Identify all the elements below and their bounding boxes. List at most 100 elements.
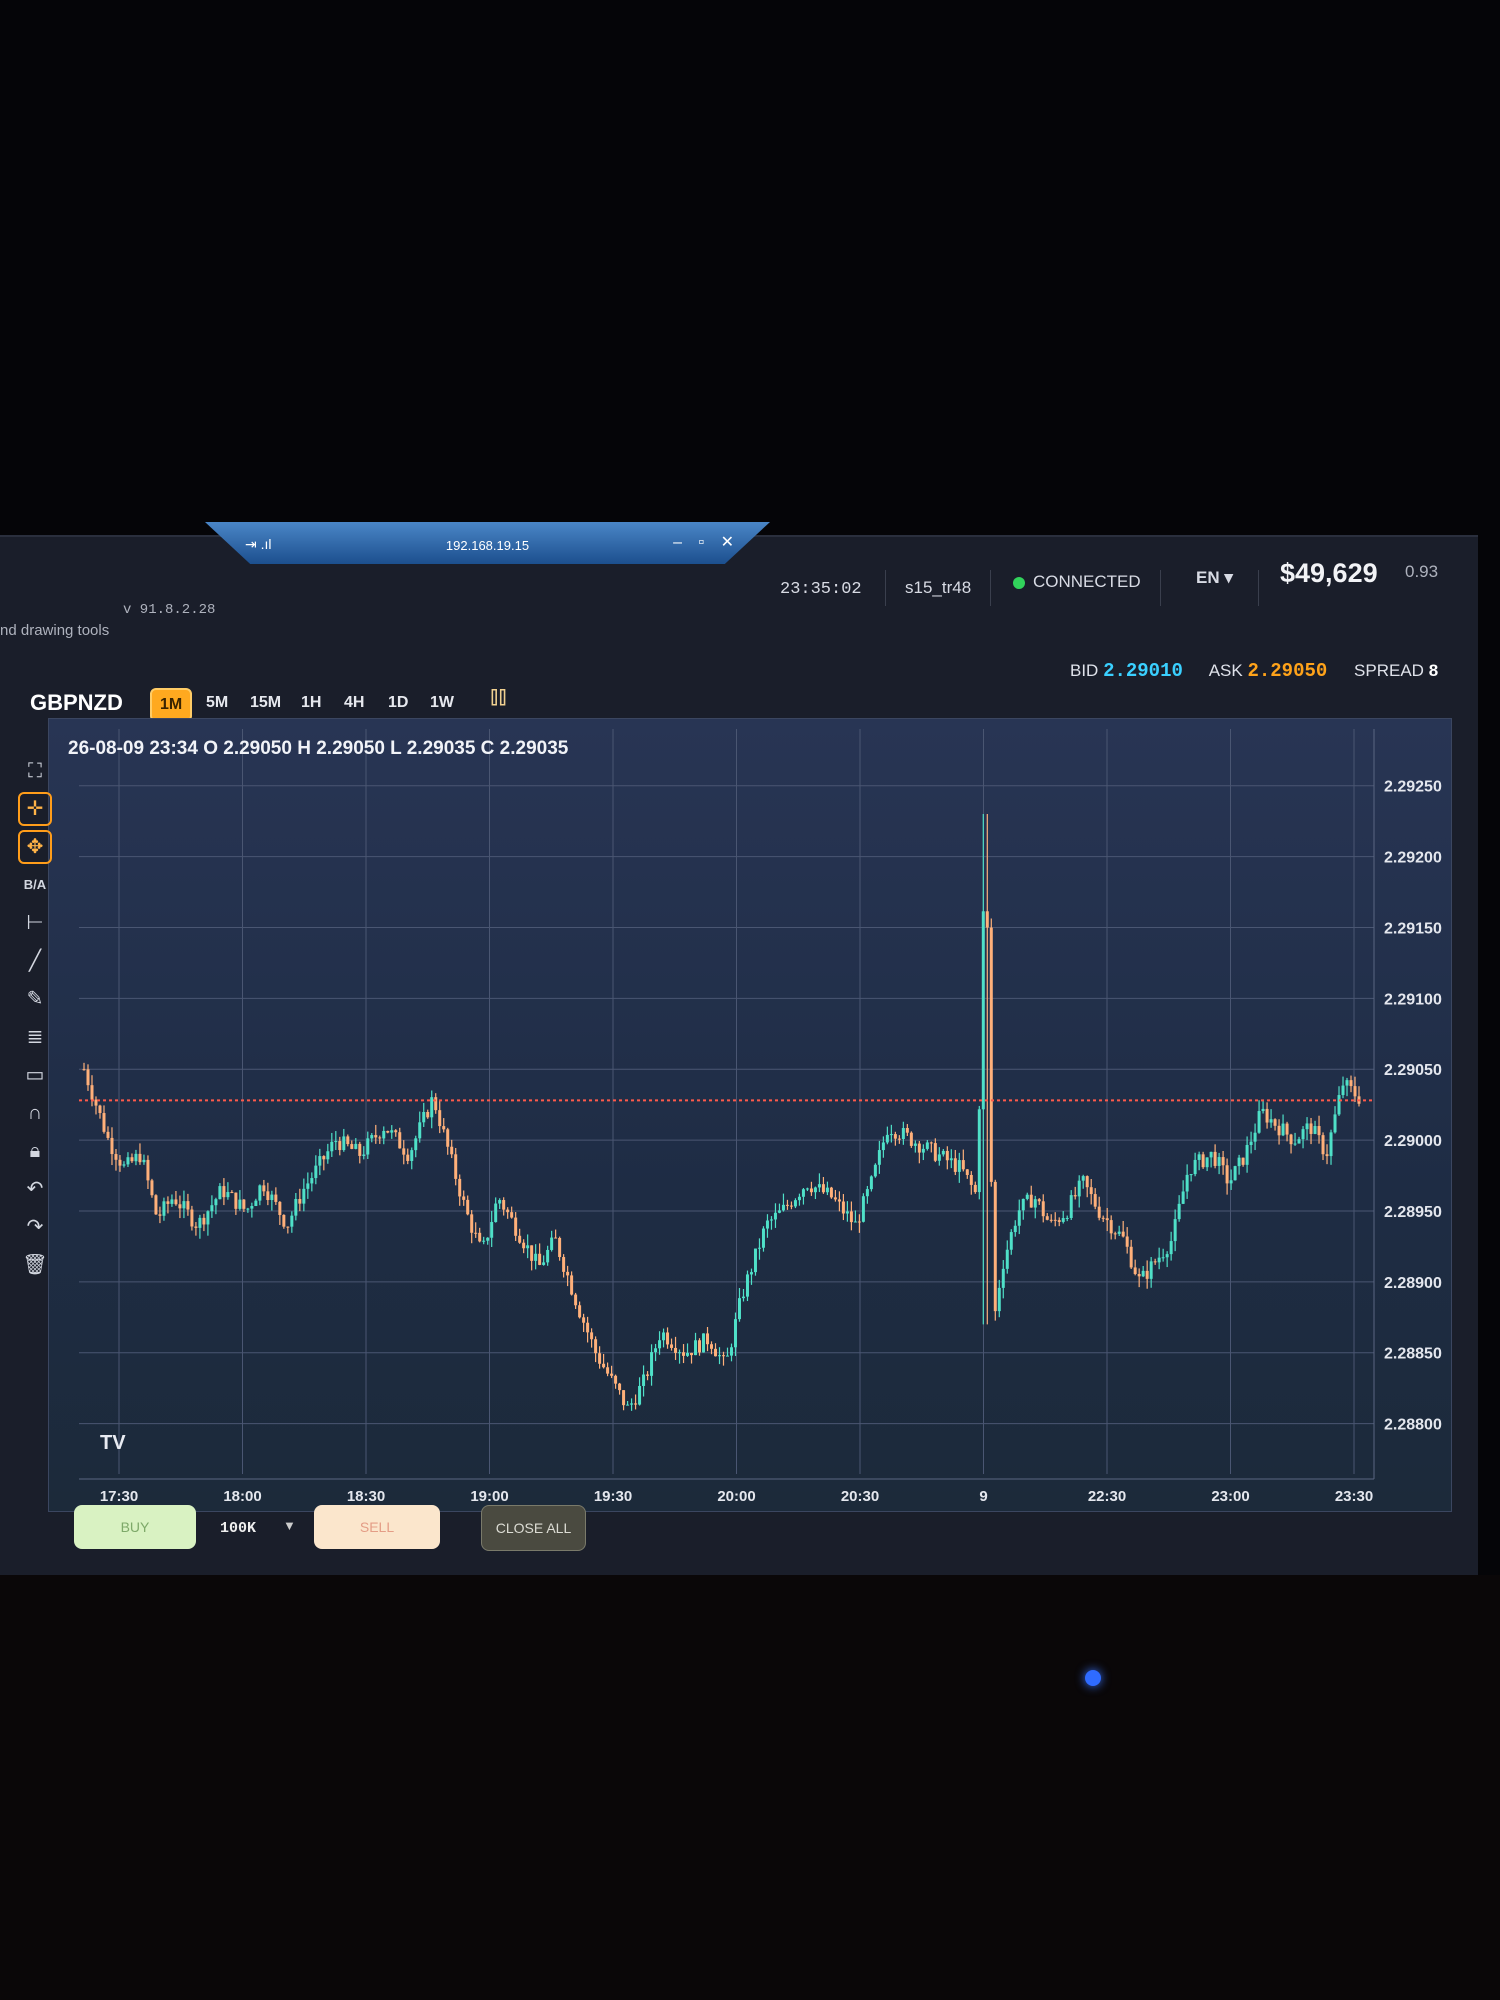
candle-body [929,1142,933,1144]
candle-body [1237,1157,1241,1167]
candle-body [877,1150,881,1165]
candle-body [829,1187,833,1198]
header-divider [885,570,886,606]
lock-icon[interactable]: 🔒︎ [18,1134,52,1168]
price-chart[interactable]: 2.29250 2.29200 2.29150 2.29100 2.29050 2.290… [48,718,1452,1512]
timeframe-1w[interactable]: 1W [422,688,462,718]
candle-body [1185,1174,1189,1192]
candle-body [134,1153,138,1162]
horizontal-line-icon[interactable]: ⊢ [18,906,52,940]
language-select[interactable]: EN ▾ [1196,568,1233,588]
candle-body [374,1135,378,1138]
undo-icon[interactable]: ↶ [18,1172,52,1206]
timeframe-5m[interactable]: 5M [198,688,236,718]
candle-body [1089,1187,1093,1195]
candle-body [1065,1217,1069,1219]
remote-session-bar[interactable]: ⇥ .ıl 192.168.19.15 – ▫ ✕ [205,522,770,564]
candle-body [114,1154,118,1160]
candle-body [622,1390,626,1406]
x-tick-label: 20:00 [717,1488,755,1505]
candle-body [230,1192,234,1194]
close-all-button[interactable]: CLOSE ALL [481,1505,586,1551]
candle-body [698,1340,702,1353]
candle-body [1241,1157,1245,1165]
candle-body [981,911,985,1110]
candle-body [238,1199,242,1209]
timeframe-4h[interactable]: 4H [336,688,372,718]
candle-body [957,1160,961,1172]
candle-body [614,1375,618,1384]
candle-body [402,1148,406,1155]
crosshair-icon[interactable]: ✛ [18,792,52,826]
candle-body [250,1206,254,1209]
candle-body [953,1158,957,1172]
timeframe-1h[interactable]: 1H [293,688,329,718]
chevron-down-icon[interactable]: ▼ [283,1518,296,1533]
candle-body [498,1200,502,1204]
candle-body [382,1130,386,1139]
connection-status-label: CONNECTED [1033,572,1141,591]
trash-icon[interactable]: 🗑︎ [18,1248,52,1282]
symbol-label[interactable]: GBPNZD [30,690,123,716]
candle-body [1121,1231,1125,1237]
candle-body [266,1191,270,1201]
candle-body [1133,1267,1137,1274]
power-led-icon [1085,1670,1101,1686]
pencil-icon[interactable]: ✎ [18,982,52,1016]
candle-body [1305,1123,1309,1130]
candle-body [749,1272,753,1275]
candle-body [1261,1108,1265,1112]
chart-canvas[interactable]: 2.29250 2.29200 2.29150 2.29100 2.29050 2.290… [49,719,1451,1511]
candle-body [1029,1194,1033,1208]
candle-body [1213,1151,1217,1166]
timeframe-1m[interactable]: 1M [150,688,193,722]
fullscreen-icon[interactable]: ⛶ [18,754,52,788]
bid-ask-icon[interactable]: B/A [18,868,52,902]
version-label: v 91.8.2.28 [123,602,216,618]
candle-body [610,1373,614,1376]
candle-body [913,1143,917,1146]
candle-body [1225,1165,1229,1184]
trendline-icon[interactable]: ╱ [18,944,52,978]
sell-button[interactable]: SELL [314,1505,440,1549]
candle-body [845,1211,849,1214]
candle-body [570,1275,574,1295]
candle-body [530,1245,534,1261]
candle-body [873,1164,877,1177]
candlestick-type-icon[interactable]: ⫾⫾ [490,680,507,712]
candle-body [202,1217,206,1225]
candle-body [274,1194,278,1202]
fib-icon[interactable]: ≣ [18,1020,52,1054]
candle-body [1137,1273,1141,1277]
candle-body [1321,1135,1325,1155]
timeframe-15m[interactable]: 15M [242,688,289,718]
candle-body [638,1385,642,1405]
buy-button[interactable]: BUY [74,1505,196,1549]
redo-icon[interactable]: ↷ [18,1210,52,1244]
candle-body [1073,1195,1077,1197]
candle-body [1201,1154,1205,1168]
candle-body [330,1141,334,1152]
candle-body [386,1130,390,1133]
remote-window-controls[interactable]: – ▫ ✕ [673,532,740,552]
candle-body [949,1158,953,1161]
timeframe-1d[interactable]: 1D [380,688,416,718]
x-tick-label: 19:30 [594,1488,632,1505]
candle-body [805,1188,809,1190]
bid-value: 2.29010 [1103,660,1183,682]
candle-body [797,1196,801,1201]
y-tick-label: 2.29250 [1384,779,1442,796]
candle-body [406,1154,410,1161]
candle-body [654,1348,658,1353]
header-divider [1160,570,1161,606]
rectangle-icon[interactable]: ▭ [18,1058,52,1092]
account-id: s15_tr48 [905,578,972,597]
x-tick-label: 19:00 [470,1488,508,1505]
candle-body [1145,1270,1149,1279]
magnet-icon[interactable]: ∩ [18,1096,52,1130]
candle-body [522,1242,526,1249]
move-icon[interactable]: ✥ [18,830,52,864]
candle-body [686,1352,690,1356]
candle-body [997,1287,1001,1312]
quantity-select[interactable]: 100K [220,1520,256,1537]
